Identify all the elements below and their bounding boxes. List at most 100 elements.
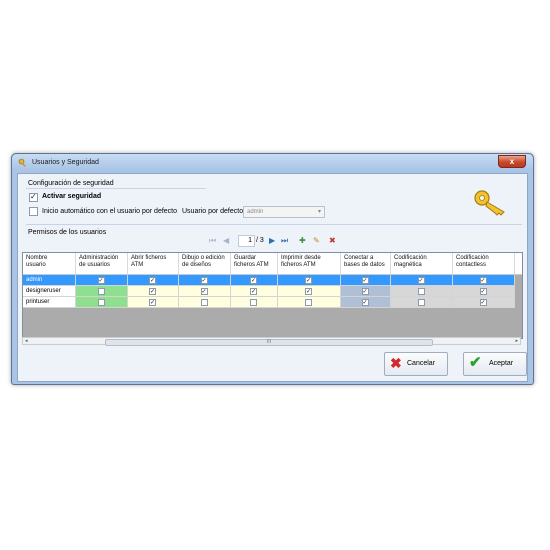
users-security-dialog: Usuarios y Seguridad x Configuración de … [11, 153, 534, 385]
window-title: Usuarios y Seguridad [32, 159, 99, 166]
next-page-icon[interactable]: ▶ [269, 236, 275, 245]
permission-cell [231, 275, 278, 287]
permission-checkbox[interactable] [250, 276, 257, 287]
delete-user-icon[interactable]: ✖ [329, 236, 336, 245]
permission-checkbox[interactable] [361, 298, 369, 309]
column-header[interactable]: Dibujo o edición de diseños [179, 253, 231, 274]
cancel-button-label: Cancelar [407, 360, 436, 367]
scroll-thumb[interactable]: III [105, 339, 433, 346]
permission-checkbox[interactable] [479, 276, 487, 287]
permission-checkbox[interactable] [417, 299, 425, 306]
permission-checkbox[interactable] [305, 276, 312, 287]
user-name-cell[interactable]: designeruser [23, 286, 76, 297]
permission-checkbox[interactable] [149, 276, 156, 287]
permission-checkbox[interactable] [417, 276, 425, 287]
cancel-x-icon: ✖ [390, 355, 402, 371]
permission-cell [453, 297, 515, 309]
table-header: Nombre usuario Administración de usuarios Ab… [23, 253, 522, 275]
title-bar: Usuarios y Seguridad x [12, 154, 533, 171]
permission-checkbox[interactable] [97, 276, 105, 287]
accept-button[interactable]: ✔ Aceptar [463, 352, 527, 376]
edit-user-icon[interactable]: ✎ [313, 236, 320, 245]
default-user-label: Usuario por defecto: [182, 208, 246, 215]
accept-check-icon: ✔ [469, 354, 482, 371]
accept-button-label: Aceptar [489, 360, 514, 367]
permission-cell [231, 297, 278, 308]
column-header-line: de usuarios [79, 261, 111, 268]
column-header[interactable]: Nombre usuario [23, 253, 76, 274]
permission-checkbox[interactable] [361, 287, 369, 298]
permission-checkbox[interactable] [97, 288, 105, 295]
permission-checkbox[interactable] [149, 287, 156, 298]
cancel-button[interactable]: ✖ Cancelar [384, 352, 448, 376]
permission-checkbox[interactable] [250, 299, 257, 306]
user-name-cell[interactable]: admin [23, 275, 76, 286]
page-number-input[interactable]: 1 [238, 235, 255, 247]
permission-cell [76, 286, 128, 297]
column-header[interactable]: Conectar a bases de datos [341, 253, 391, 274]
permission-checkbox[interactable] [417, 288, 425, 295]
permission-checkbox[interactable] [479, 287, 487, 298]
permission-cell [76, 297, 128, 308]
permission-checkbox[interactable] [250, 287, 257, 298]
scroll-right-icon[interactable]: ▸ [515, 338, 518, 344]
table-row[interactable]: designeruser [23, 286, 522, 298]
permission-cell [179, 297, 231, 308]
user-name-cell[interactable]: printuser [23, 297, 76, 308]
permission-checkbox[interactable] [97, 299, 105, 306]
divider [26, 224, 522, 225]
permission-cell [128, 286, 179, 298]
permission-checkbox[interactable] [479, 298, 487, 309]
prev-page-icon[interactable]: ◀ [223, 236, 229, 245]
permission-checkbox[interactable] [305, 287, 312, 298]
permission-cell [128, 275, 179, 287]
permission-cell [341, 275, 391, 287]
column-header-line: usuario [26, 261, 46, 268]
permission-checkbox[interactable] [200, 299, 208, 306]
permission-cell [231, 286, 278, 298]
permission-checkbox[interactable] [200, 276, 208, 287]
last-page-icon[interactable]: ⏭ [281, 236, 288, 246]
add-user-icon[interactable]: ✚ [299, 236, 306, 245]
security-group-label: Configuración de seguridad [28, 180, 114, 187]
permission-cell [341, 286, 391, 298]
permission-checkbox[interactable] [361, 276, 369, 287]
permission-cell [179, 286, 231, 298]
column-header-line: magnética [394, 261, 422, 268]
column-header[interactable]: Codificación magnética [391, 253, 453, 274]
permission-cell [128, 297, 179, 309]
permission-cell [341, 297, 391, 309]
activate-security-checkbox[interactable] [29, 192, 38, 202]
permission-checkbox[interactable] [200, 287, 208, 298]
default-user-select[interactable]: admin ▾ [243, 206, 325, 218]
permission-cell [278, 297, 341, 308]
permission-cell [391, 275, 453, 287]
dialog-content: Configuración de seguridad Activar segur… [17, 173, 528, 382]
column-header[interactable]: Imprimir desde ficheros ATM [278, 253, 341, 274]
column-header-line: contactless [456, 261, 487, 268]
auto-login-label: Inicio automático con el usuario por def… [42, 208, 178, 215]
permission-checkbox[interactable] [305, 299, 312, 306]
column-header[interactable]: Administración de usuarios [76, 253, 128, 274]
table-row[interactable]: admin [23, 275, 522, 287]
close-button[interactable]: x [498, 155, 526, 168]
permission-checkbox[interactable] [149, 298, 156, 309]
permission-cell [391, 297, 453, 308]
first-page-icon[interactable]: ⏮ [209, 236, 216, 246]
column-header-line: Dibujo o edición [182, 255, 225, 261]
table-row[interactable]: printuser [23, 297, 522, 309]
scroll-left-icon[interactable]: ◂ [25, 338, 28, 344]
default-user-value: admin [247, 209, 264, 215]
column-header[interactable]: Codificación contactless [453, 253, 515, 274]
auto-login-checkbox[interactable] [29, 207, 38, 216]
permissions-table: Nombre usuario Administración de usuarios Ab… [22, 252, 523, 339]
permission-cell [76, 275, 128, 287]
column-header[interactable]: Guardar ficheros ATM [231, 253, 278, 274]
horizontal-scrollbar[interactable]: ◂ III ▸ [22, 337, 521, 346]
column-header-line: ficheros ATM [234, 261, 269, 268]
column-header[interactable]: Abrir ficheros ATM [128, 253, 179, 274]
column-header-line: bases de datos [344, 261, 385, 268]
divider [26, 188, 206, 189]
key-icon [474, 190, 505, 216]
permission-cell [179, 275, 231, 287]
